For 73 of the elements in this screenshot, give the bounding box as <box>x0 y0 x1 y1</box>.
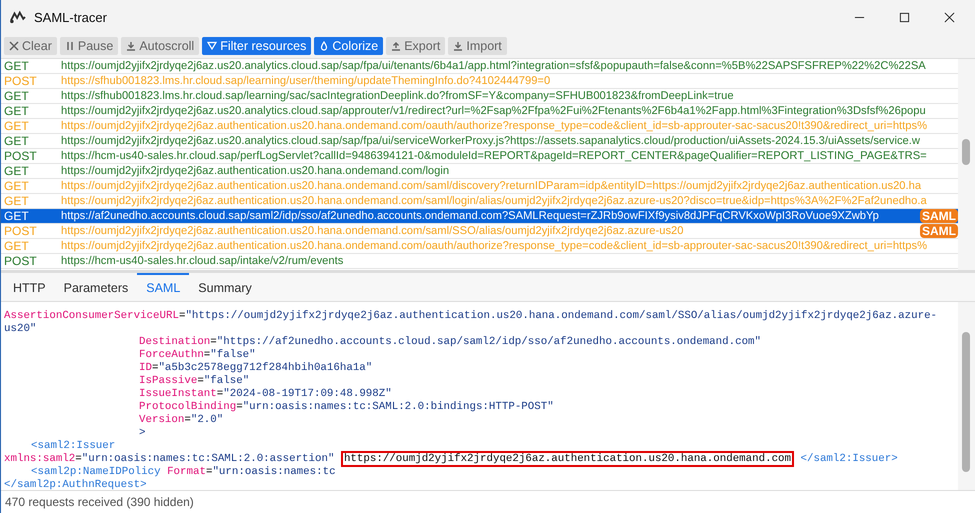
request-row[interactable]: POST https://oumjd2yjifx2jrdyqe2j6az.authentication.us20.hana.ondemand.com/saml/SSO/alias/oumjd2yjifx2jrdyqe2j6az.azure-us20 SAML <box>1 224 958 239</box>
code-text: Format <box>167 466 206 478</box>
tab[interactable]: HTTP <box>4 273 55 301</box>
code-text: IsPassive <box>139 375 198 387</box>
code-text: "2.0" <box>190 414 224 426</box>
code-text: AssertionConsumerServiceURL <box>4 310 179 322</box>
request-row[interactable]: GET https://oumjd2yjifx2jrdyqe2j6az.us20.analytics.cloud.sap/sap/fpa/ui/tenants/6b4a1/app.html?integration=sfsf&popupauth=false&conn=%5B%22SAPSFSFREP%22%2C%22SA <box>1 59 958 74</box>
toolbar-button[interactable]: Export <box>386 37 446 55</box>
code-text: Destination <box>139 336 210 348</box>
request-row[interactable]: GET https://sfhub001823.lms.hr.cloud.sap/learning/sac/sacIntegrationDeeplink.do?fromSF=Y&company=SFHUB001823&fromDeepLink=true <box>1 89 958 104</box>
request-row[interactable]: GET https://oumjd2yjifx2jrdyqe2j6az.authentication.us20.hana.ondemand.com/login <box>1 164 958 179</box>
toolbar-button[interactable]: Autoscroll <box>121 37 200 55</box>
scrollbar[interactable] <box>958 59 975 270</box>
tab[interactable]: Parameters <box>54 273 138 301</box>
code-text: = <box>216 388 224 400</box>
code-text: "false" <box>204 375 250 387</box>
code-text: </saml2p:AuthnRequest> <box>4 479 147 491</box>
code-text: "2024-08-19T17:09:48.998Z" <box>223 388 392 400</box>
code-text: Version <box>139 414 184 426</box>
toolbar-button[interactable]: Filter resources <box>202 37 312 55</box>
code-text: us20" <box>4 323 36 335</box>
code-text: = <box>210 336 217 348</box>
code-text: ProtocolBinding <box>139 401 236 413</box>
code-text: = <box>184 414 191 426</box>
code-text: "a5b3c2578egg712f284hbih0a16ha1a" <box>158 362 372 374</box>
request-row[interactable]: GET https://oumjd2yjifx2jrdyqe2j6az.us20.analytics.cloud.sap/approuter/v1/redirect?url=%2Fsap%2Ffpa%2Fui%2Ftenants%2F6b4a1%2Fapp.html%3Fintegration%3Dsfsf%26popu <box>1 104 958 119</box>
maximize-icon[interactable] <box>899 12 910 22</box>
code-text: "false" <box>210 349 256 361</box>
code-text: = <box>178 310 186 322</box>
code-text: <saml2p:NameIDPolicy <box>31 466 161 478</box>
code-text: = <box>206 466 212 478</box>
clear-icon <box>9 41 19 51</box>
code-text: </saml2:Issuer> <box>800 453 898 465</box>
window-title: SAML-tracer <box>34 10 107 24</box>
code-text: <saml2:Issuer <box>31 440 116 452</box>
download-icon <box>126 41 136 51</box>
code-text: = <box>236 401 243 413</box>
filter-icon <box>207 41 218 51</box>
request-row[interactable]: GET https://oumjd2yjifx2jrdyqe2j6az.us20.analytics.cloud.sap/sap/fpa/ui/serviceWorkerProxy.js?https://assets.sapanalytics.cloud/production/uiAssets-2024.15.3/uiAssets/service.w <box>1 134 958 149</box>
code-text: > <box>139 427 146 439</box>
saml-badge: SAML <box>920 209 958 223</box>
saml-badge: SAML <box>920 224 958 238</box>
code-text: = <box>152 362 158 374</box>
toolbar-button[interactable]: Colorize <box>314 37 384 55</box>
pause-icon <box>64 41 75 51</box>
toolbar-button[interactable]: Import <box>448 37 507 55</box>
code-text: = <box>197 375 204 387</box>
upload-icon <box>391 41 402 51</box>
code-text: "https://af2unedho.accounts.cloud.sap/saml2/idp/sso/af2unedho.accounts.ondemand.com" <box>216 336 762 348</box>
tab[interactable]: Summary <box>189 273 261 301</box>
scrollbar[interactable] <box>958 302 975 490</box>
request-row[interactable]: POST https://hcm-us40-sales.hr.cloud.sap/intake/v2/rum/events <box>1 254 958 269</box>
toolbar-button[interactable]: Pause <box>60 37 118 55</box>
close-icon[interactable] <box>944 12 955 22</box>
code-text: = <box>204 349 210 361</box>
code-text: "urn:oasis:names:tc <box>212 466 336 478</box>
code-text: "urn:oasis:names:tc:SAML:2.0:bindings:HTTP-POST" <box>242 401 554 413</box>
code-text: xmlns:saml2 <box>4 453 76 465</box>
request-row[interactable]: POST https://hcm-us40-sales.hr.cloud.sap/perfLogServlet?callId=9486394121-0&moduleId=REPORT&pageId=REPORT_CENTER&pageQualifier=REPORT_LISTING_PAGE&TRS= <box>1 149 958 164</box>
download-icon <box>453 41 464 51</box>
code-text: = <box>75 453 82 465</box>
code-text: "urn:oasis:names:tc:SAML:2.0:assertion" <box>82 453 334 465</box>
code-text: "https://oumjd2yjifx2jrdyqe2j6az.authentication.us20.hana.ondemand.com/saml/SSO/alias/oumjd2yjifx2jrdyqe2j6az.azure- <box>185 310 938 322</box>
code-text: https://oumjd2yjifx2jrdyqe2j6az.authentication.us20.hana.ondemand.com <box>340 451 794 467</box>
app-icon <box>9 10 27 24</box>
toolbar-button[interactable]: Clear <box>4 37 57 55</box>
drop-icon <box>319 41 330 51</box>
code-text: ForceAuthn <box>139 349 204 361</box>
status-text: 470 requests received (390 hidden) <box>5 495 194 509</box>
request-row[interactable]: GET https://af2unedho.accounts.cloud.sap/saml2/idp/sso/af2unedho.accounts.ondemand.com?SAMLRequest=rZJRb9owFIXf9ysiv8dJPFqCRVKxoWpI3RoVuoe9XZwbYp SAML <box>1 209 958 224</box>
tab[interactable]: SAML <box>137 273 190 301</box>
code-text: IssueInstant <box>139 388 217 400</box>
code-text: ID <box>139 362 152 374</box>
